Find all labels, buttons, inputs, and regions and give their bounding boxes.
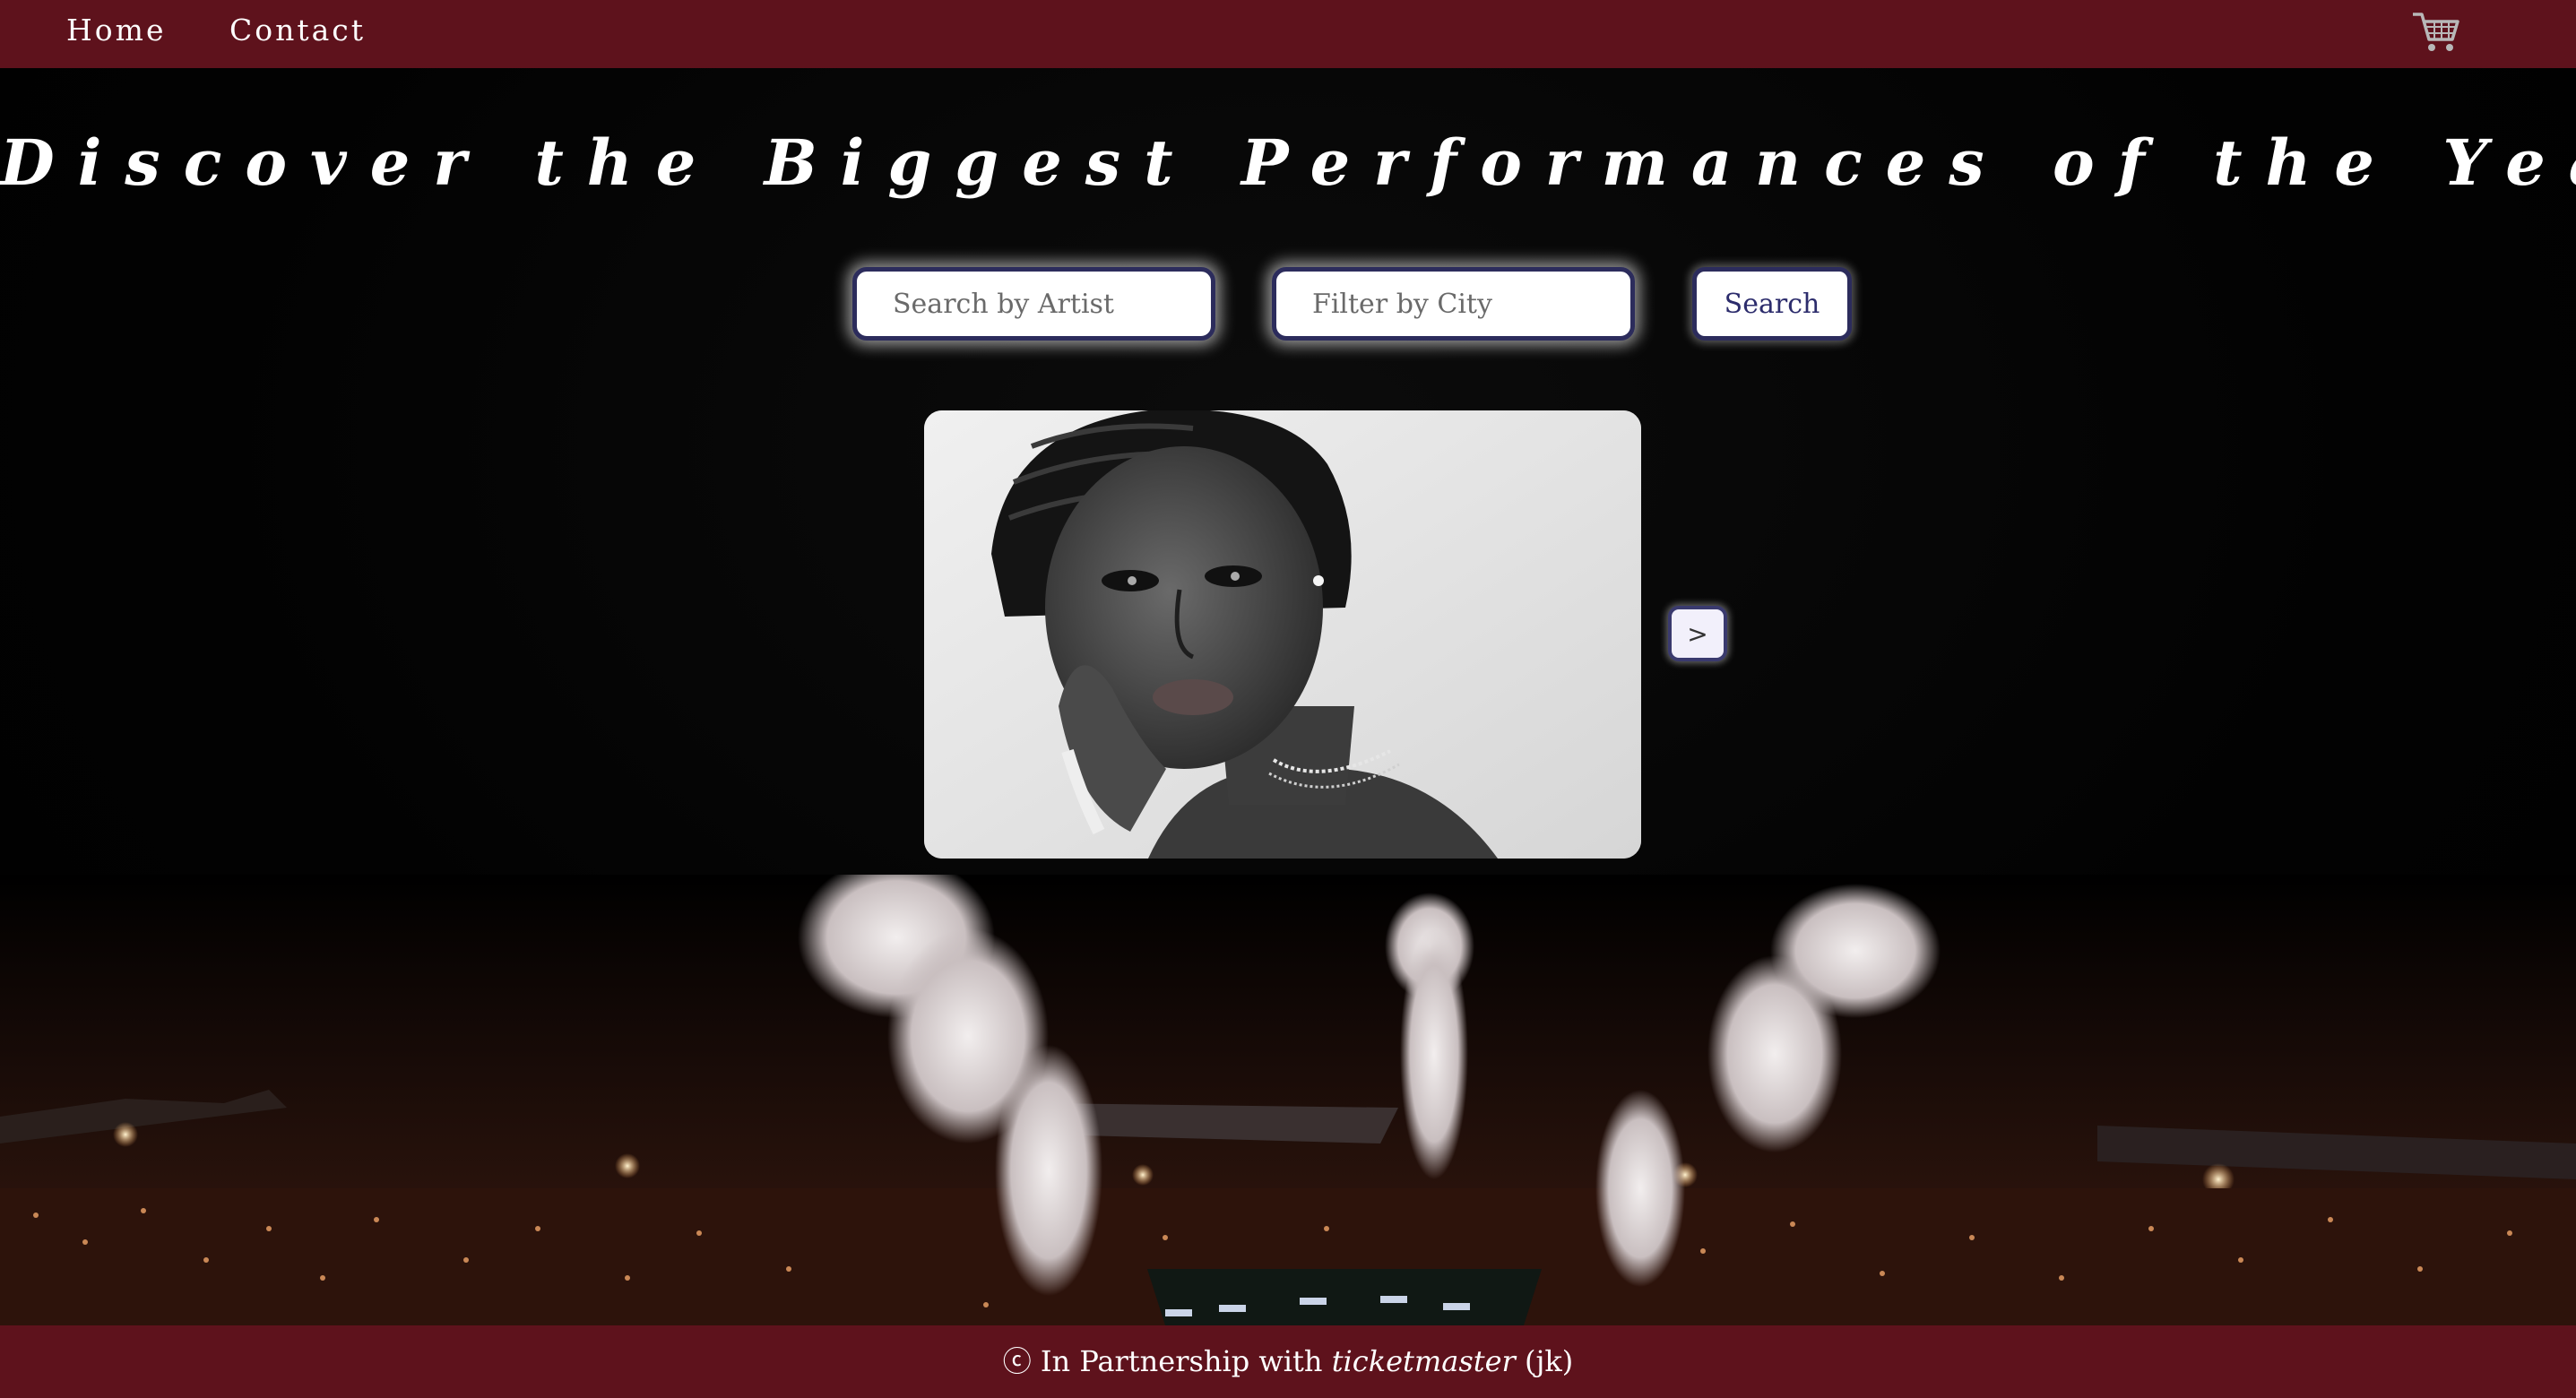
hero-title: Discover the Biggest Performances of the…: [0, 125, 2576, 200]
footer-suffix: (jk): [1525, 1344, 1574, 1378]
artist-photo: [924, 410, 1641, 859]
city-filter-input[interactable]: [1272, 267, 1635, 341]
nav-contact-link[interactable]: Contact: [229, 13, 366, 47]
top-navbar: Home Contact: [0, 0, 2576, 68]
footer-partner-brand: ticketmaster: [1331, 1344, 1516, 1378]
carousel-next-button[interactable]: >: [1668, 606, 1727, 661]
nav-home-link[interactable]: Home: [66, 13, 166, 47]
hero-section: Discover the Biggest Performances of the…: [0, 68, 2576, 1325]
site-footer: ⓒ In Partnership with ticketmaster (jk): [0, 1325, 2576, 1398]
footer-prefix: ⓒ In Partnership with: [1002, 1344, 1323, 1378]
concert-crowd-background: [0, 857, 2576, 1325]
search-button[interactable]: Search: [1692, 267, 1852, 341]
artist-search-input[interactable]: [852, 267, 1215, 341]
shopping-cart-icon[interactable]: [2409, 5, 2463, 59]
